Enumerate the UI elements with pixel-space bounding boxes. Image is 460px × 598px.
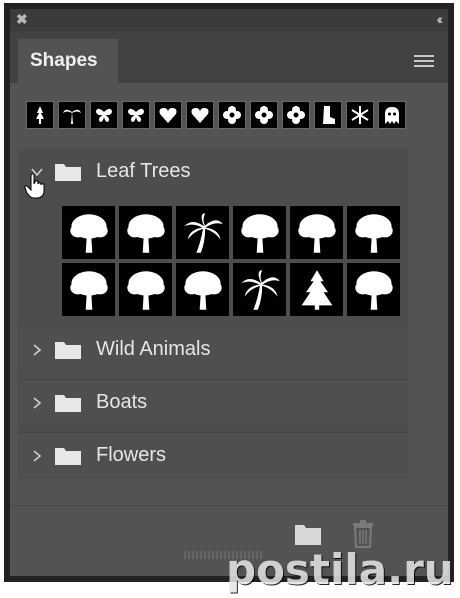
panel-frame: ✖ ‹‹ Shapes Leaf Trees Wild Animals Boat…: [4, 3, 454, 582]
recent-shape-flower[interactable]: [282, 101, 310, 129]
folder-icon: [55, 395, 81, 412]
group-wild-animals[interactable]: Wild Animals: [18, 326, 408, 371]
shape-thumbnail-palm-1[interactable]: [176, 206, 229, 259]
butterfly-icon: [128, 108, 144, 122]
recent-shape-snowflake[interactable]: [346, 101, 374, 129]
recent-shape-butterfly[interactable]: [122, 101, 150, 129]
shape-thumbnail-palm-2[interactable]: [233, 263, 286, 316]
shape-groups-list: Leaf Trees Wild Animals Boats Flowers: [18, 149, 408, 479]
group-label: Leaf Trees: [96, 160, 191, 182]
tree-5-icon: [354, 213, 393, 253]
palm-tree-icon: [63, 109, 81, 124]
tree-icon: [36, 106, 44, 124]
heart-icon: [191, 108, 209, 123]
recent-shape-boot[interactable]: [314, 101, 342, 129]
butterfly-icon: [96, 108, 112, 122]
tree-3-icon: [240, 213, 279, 253]
hand-cursor-icon: [24, 173, 45, 199]
tree-9-icon: [354, 270, 393, 310]
tab-bar: Shapes: [10, 31, 448, 83]
flower-icon: [287, 106, 305, 124]
shape-thumbnail-tree-1[interactable]: [62, 206, 115, 259]
ghost-icon: [385, 107, 399, 124]
shape-thumbnail-pine[interactable]: [290, 263, 343, 316]
recent-shape-tree[interactable]: [26, 101, 54, 129]
tree-1-icon: [69, 213, 108, 253]
shape-thumbnail-tree-4[interactable]: [290, 206, 343, 259]
tree-6-icon: [69, 270, 108, 310]
boot-icon: [323, 106, 335, 124]
recent-shape-heart[interactable]: [186, 101, 214, 129]
shape-thumbnail-tree-5[interactable]: [347, 206, 400, 259]
shape-thumbnail-tree-6[interactable]: [62, 263, 115, 316]
folder-icon: [55, 448, 81, 465]
resize-grip[interactable]: [184, 551, 264, 559]
tree-7-icon: [126, 270, 165, 310]
palm-2-icon: [240, 269, 280, 310]
palm-1-icon: [183, 212, 223, 253]
recent-shape-heart[interactable]: [154, 101, 182, 129]
chevron-right-icon: [33, 450, 42, 462]
recent-shapes-row: [26, 101, 436, 129]
folder-icon[interactable]: [294, 522, 322, 546]
shape-thumbnail-tree-8[interactable]: [176, 263, 229, 316]
hamburger-menu-icon[interactable]: [414, 55, 434, 69]
pine-icon: [301, 269, 332, 310]
panel-topbar: ✖ ‹‹: [10, 9, 448, 31]
tab-shapes[interactable]: Shapes: [18, 39, 118, 83]
group-flowers[interactable]: Flowers: [18, 432, 408, 477]
flower-icon: [223, 106, 241, 124]
heart-icon: [159, 108, 177, 123]
tree-8-icon: [183, 270, 222, 310]
trash-icon[interactable]: [352, 520, 374, 548]
recent-shape-butterfly[interactable]: [90, 101, 118, 129]
recent-shape-flower[interactable]: [250, 101, 278, 129]
shape-thumbnail-tree-9[interactable]: [347, 263, 400, 316]
group-label: Flowers: [96, 444, 167, 466]
close-icon[interactable]: ✖: [16, 11, 28, 28]
shape-thumbnail-tree-7[interactable]: [119, 263, 172, 316]
group-boats[interactable]: Boats: [18, 379, 408, 424]
tree-2-icon: [126, 213, 165, 253]
folder-icon: [55, 164, 81, 181]
snowflake-icon: [351, 106, 369, 124]
group-leaf-trees[interactable]: Leaf Trees: [18, 149, 408, 193]
group-label: Boats: [96, 391, 148, 413]
chevron-right-icon: [33, 344, 42, 356]
chevron-right-icon: [33, 397, 42, 409]
recent-shape-palm-tree[interactable]: [58, 101, 86, 129]
leaf-trees-grid: [62, 206, 408, 316]
double-chevron-left-icon[interactable]: ‹‹: [437, 11, 444, 27]
shapes-panel: ✖ ‹‹ Shapes Leaf Trees Wild Animals Boat…: [10, 9, 448, 576]
shape-thumbnail-tree-3[interactable]: [233, 206, 286, 259]
recent-shape-ghost[interactable]: [378, 101, 406, 129]
tree-4-icon: [297, 213, 336, 253]
recent-shape-flower[interactable]: [218, 101, 246, 129]
flower-icon: [255, 106, 273, 124]
folder-icon: [55, 342, 81, 359]
group-label: Wild Animals: [96, 338, 211, 360]
shape-thumbnail-tree-2[interactable]: [119, 206, 172, 259]
